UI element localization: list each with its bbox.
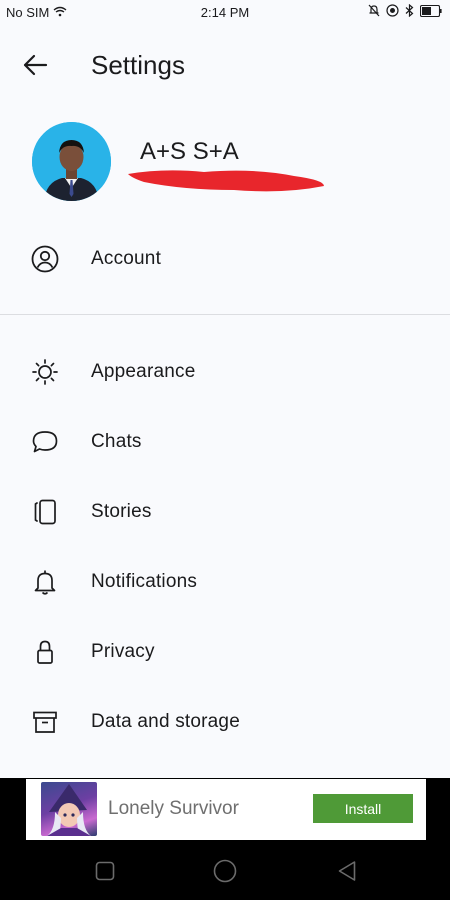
back-button[interactable]	[20, 50, 50, 80]
ad-title: Lonely Survivor	[108, 798, 239, 819]
data-saver-icon	[386, 4, 399, 20]
status-right	[368, 3, 442, 20]
status-bar: No SIM 2:14 PM	[0, 0, 450, 26]
arrow-left-icon	[23, 54, 48, 76]
menu-item-data-and-storage[interactable]: Data and storage	[0, 692, 450, 752]
menu-item-account[interactable]: Account	[0, 229, 450, 289]
menu-item-label: Appearance	[91, 361, 196, 382]
back-triangle-icon	[338, 861, 356, 881]
ad-banner[interactable]: Lonely Survivor Install	[26, 779, 426, 840]
stories-icon	[30, 497, 60, 527]
back-nav-button[interactable]	[334, 858, 360, 884]
home-circle-icon	[213, 859, 237, 883]
lock-icon	[30, 637, 60, 667]
bluetooth-icon	[405, 3, 414, 20]
bell-icon	[30, 567, 60, 597]
person-photo	[32, 122, 111, 201]
menu-item-label: Stories	[91, 501, 152, 522]
menu-item-privacy[interactable]: Privacy	[0, 622, 450, 682]
profile-name: A+S S+A	[140, 138, 239, 165]
avatar[interactable]	[32, 122, 111, 201]
recents-square-icon	[95, 861, 115, 881]
system-nav-bar	[0, 840, 450, 900]
install-button[interactable]: Install	[313, 794, 413, 823]
redaction-scribble	[128, 170, 324, 192]
menu-item-appearance[interactable]: Appearance	[0, 342, 450, 402]
settings-screen: No SIM 2:14 PM Settings A+S S+A Account …	[0, 0, 450, 778]
recents-button[interactable]	[92, 858, 118, 884]
menu-item-label: Notifications	[91, 571, 198, 592]
menu-item-chats[interactable]: Chats	[0, 412, 450, 472]
menu-item-label: Privacy	[91, 641, 155, 662]
alarm-off-icon	[368, 4, 380, 20]
menu-item-stories[interactable]: Stories	[0, 482, 450, 542]
menu-item-notifications[interactable]: Notifications	[0, 552, 450, 612]
menu-item-label: Data and storage	[91, 711, 240, 732]
page-title: Settings	[91, 50, 185, 80]
chat-bubble-icon	[30, 427, 60, 457]
account-circle-icon	[30, 244, 60, 274]
home-button[interactable]	[212, 858, 238, 884]
menu-item-label: Account	[91, 248, 162, 269]
ad-app-icon[interactable]	[41, 782, 97, 836]
archive-box-icon	[30, 707, 60, 737]
menu-item-label: Chats	[91, 431, 142, 452]
sun-icon	[30, 357, 60, 387]
app-bar: Settings	[0, 40, 450, 90]
divider	[0, 314, 450, 315]
battery-icon	[419, 4, 442, 20]
